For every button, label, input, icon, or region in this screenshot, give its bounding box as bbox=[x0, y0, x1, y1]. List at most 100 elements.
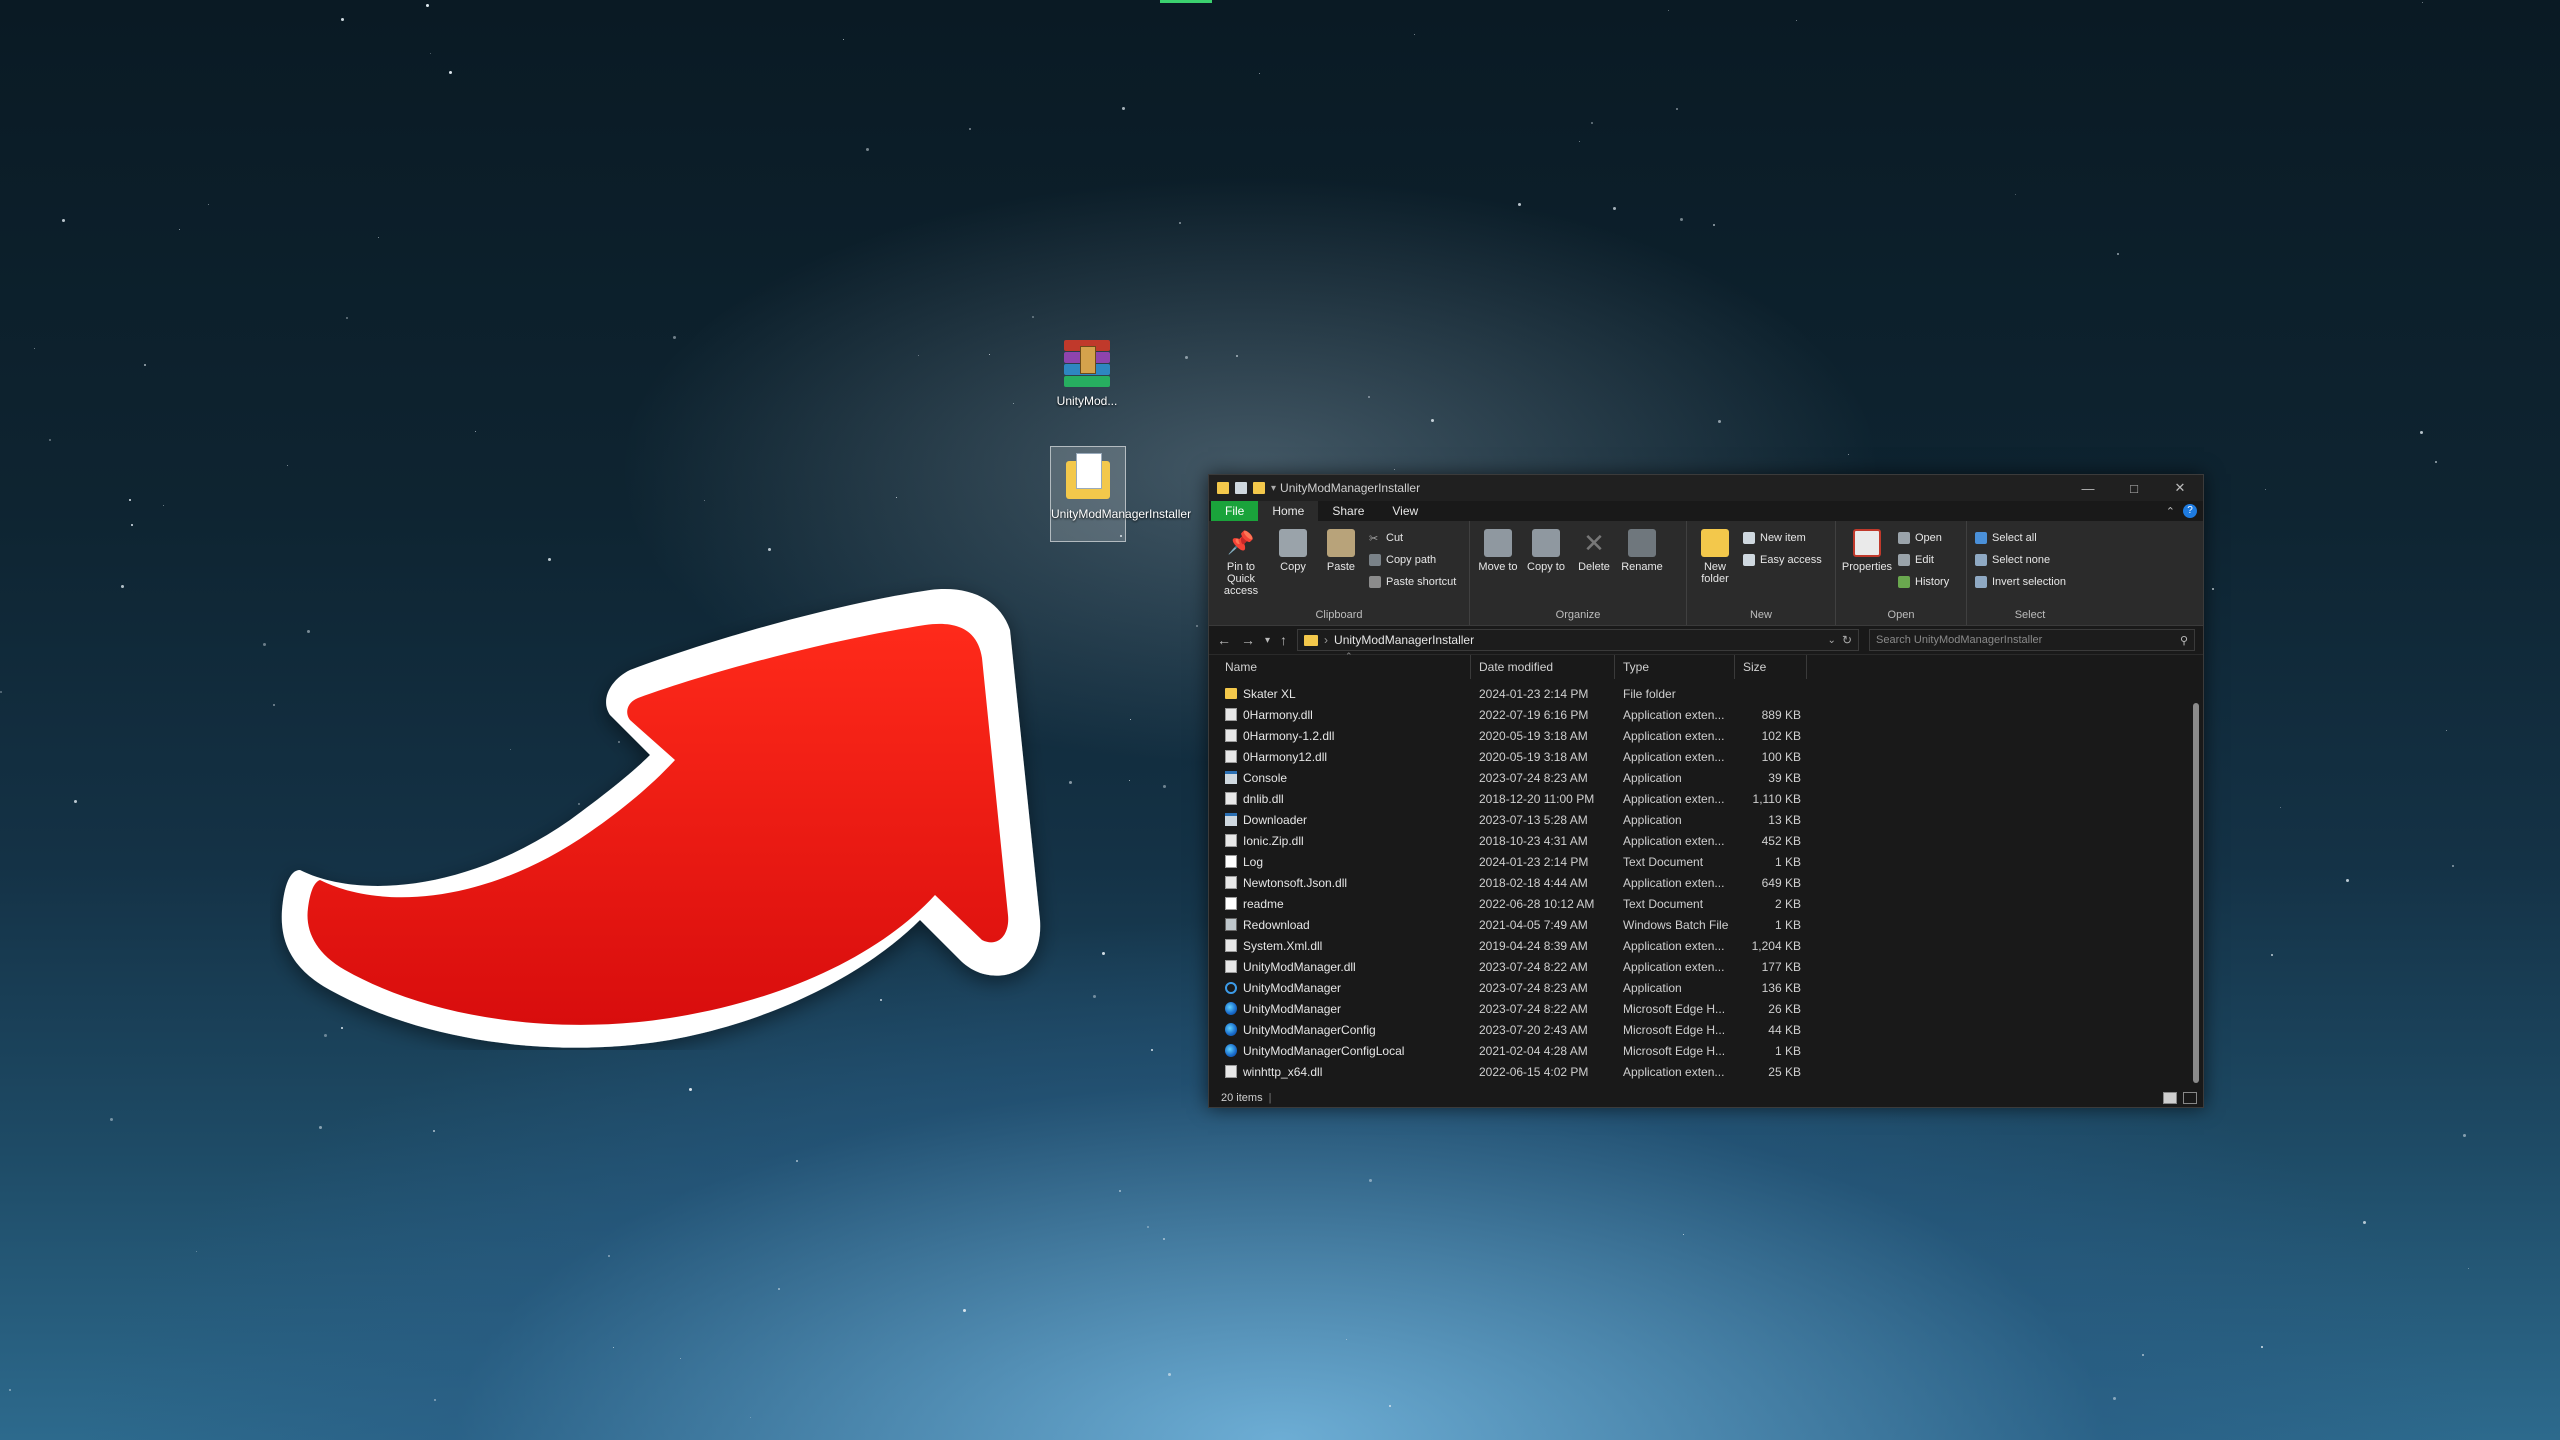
column-type[interactable]: Type bbox=[1615, 655, 1735, 679]
copy-path-button[interactable]: Copy path bbox=[1369, 551, 1456, 569]
cut-button[interactable]: ✂ Cut bbox=[1369, 529, 1456, 547]
star bbox=[796, 1160, 798, 1162]
star bbox=[2468, 1268, 2469, 1269]
file-date: 2021-04-05 7:49 AM bbox=[1479, 917, 1588, 932]
large-icons-view-icon[interactable] bbox=[2183, 1092, 2197, 1104]
column-size[interactable]: Size bbox=[1735, 655, 1807, 679]
path-input[interactable]: › UnityModManagerInstaller ⌄ ↻ bbox=[1297, 629, 1859, 651]
file-name: UnityModManager bbox=[1243, 1001, 1342, 1016]
scrollbar-thumb[interactable] bbox=[2193, 703, 2199, 1083]
select-all-icon bbox=[1975, 532, 1987, 544]
refresh-icon[interactable]: ↻ bbox=[1842, 633, 1852, 647]
new-folder-quick-icon[interactable] bbox=[1253, 482, 1265, 494]
file-row[interactable]: 0Harmony-1.2.dll 2020-05-19 3:18 AM Applic… bbox=[1209, 725, 2203, 746]
tab-view[interactable]: View bbox=[1378, 501, 1432, 521]
file-row[interactable]: winhttp_x64.dll 2022-06-15 4:02 PM Applica… bbox=[1209, 1061, 2203, 1082]
search-input[interactable]: Search UnityModManagerInstaller ⚲ bbox=[1869, 629, 2195, 651]
star bbox=[319, 1126, 322, 1129]
file-row[interactable]: Downloader 2023-07-13 5:28 AM Application 1… bbox=[1209, 809, 2203, 830]
star bbox=[1163, 785, 1166, 788]
star bbox=[1122, 107, 1125, 110]
star bbox=[2435, 461, 2437, 463]
collapse-ribbon-icon[interactable]: ⌃ bbox=[2166, 505, 2175, 518]
star bbox=[1147, 1226, 1149, 1228]
copy-to-icon bbox=[1532, 529, 1560, 557]
file-row[interactable]: UnityModManager.dll 2023-07-24 8:22 AM App… bbox=[1209, 956, 2203, 977]
star bbox=[1168, 1373, 1171, 1376]
file-row[interactable]: UnityModManager 2023-07-24 8:22 AM Microso… bbox=[1209, 998, 2203, 1019]
history-button[interactable]: History bbox=[1898, 573, 1949, 591]
file-type: Application exten... bbox=[1623, 938, 1725, 953]
open-button[interactable]: Open bbox=[1898, 529, 1949, 547]
properties-icon bbox=[1853, 529, 1881, 557]
desktop-icon-rar-archive[interactable]: UnityMod... bbox=[1048, 338, 1126, 408]
file-name: Redownload bbox=[1243, 917, 1310, 932]
star bbox=[2117, 253, 2119, 255]
column-name[interactable]: Name bbox=[1217, 655, 1471, 679]
star bbox=[2422, 2, 2423, 3]
path-dropdown-icon[interactable]: ⌄ bbox=[1828, 635, 1836, 646]
file-size: 1,110 KB bbox=[1752, 791, 1801, 806]
file-row[interactable]: Newtonsoft.Json.dll 2018-02-18 4:44 AM App… bbox=[1209, 872, 2203, 893]
star bbox=[2142, 1354, 2144, 1356]
new-item-button[interactable]: New item bbox=[1743, 529, 1822, 547]
search-icon: ⚲ bbox=[2179, 634, 2188, 647]
tab-file[interactable]: File bbox=[1211, 501, 1259, 521]
paste-shortcut-button[interactable]: Paste shortcut bbox=[1369, 573, 1456, 591]
select-none-button[interactable]: Select none bbox=[1975, 551, 2066, 569]
vertical-scrollbar[interactable] bbox=[2191, 683, 2201, 1093]
properties-quick-icon[interactable] bbox=[1235, 482, 1247, 494]
tab-home[interactable]: Home bbox=[1258, 501, 1319, 521]
star bbox=[1119, 1190, 1121, 1192]
file-row[interactable]: UnityModManagerConfigLocal 2021-02-04 4:2… bbox=[1209, 1040, 2203, 1061]
star bbox=[1796, 20, 1797, 21]
dll-file-icon bbox=[1225, 729, 1237, 742]
file-row[interactable]: Skater XL 2024-01-23 2:14 PM File folder bbox=[1209, 683, 2203, 704]
edit-button[interactable]: Edit bbox=[1898, 551, 1949, 569]
up-arrow-icon[interactable]: ↑ bbox=[1280, 632, 1287, 648]
star bbox=[2280, 807, 2281, 808]
back-arrow-icon[interactable]: ← bbox=[1217, 632, 1231, 648]
file-type: Application exten... bbox=[1623, 1064, 1725, 1079]
easy-access-button[interactable]: Easy access bbox=[1743, 551, 1822, 569]
invert-selection-button[interactable]: Invert selection bbox=[1975, 573, 2066, 591]
close-button[interactable]: ✕ bbox=[2157, 475, 2203, 501]
star bbox=[1613, 207, 1616, 210]
maximize-button[interactable]: □ bbox=[2111, 475, 2157, 501]
star bbox=[680, 1358, 681, 1359]
minimize-button[interactable]: — bbox=[2065, 475, 2111, 501]
star bbox=[1236, 355, 1238, 357]
desktop-icon-installer-folder[interactable]: UnityModManagerInstaller bbox=[1050, 446, 1191, 542]
file-type: File folder bbox=[1623, 686, 1676, 701]
column-date-modified[interactable]: Date modified bbox=[1471, 655, 1615, 679]
file-name: Ionic.Zip.dll bbox=[1243, 833, 1304, 848]
file-row[interactable]: dnlib.dll 2018-12-20 11:00 PM Application … bbox=[1209, 788, 2203, 809]
help-icon[interactable]: ? bbox=[2183, 504, 2197, 518]
recent-locations-chevron-icon[interactable]: ▾ bbox=[1265, 635, 1270, 646]
file-name: UnityModManagerConfigLocal bbox=[1243, 1043, 1405, 1058]
file-row[interactable]: UnityModManager 2023-07-24 8:23 AM Applica… bbox=[1209, 977, 2203, 998]
file-date: 2021-02-04 4:28 AM bbox=[1479, 1043, 1588, 1058]
file-row[interactable]: Log 2024-01-23 2:14 PM Text Document 1 KB bbox=[1209, 851, 2203, 872]
file-row[interactable]: readme 2022-06-28 10:12 AM Text Document 2 … bbox=[1209, 893, 2203, 914]
star bbox=[673, 336, 676, 339]
breadcrumb[interactable]: UnityModManagerInstaller bbox=[1334, 633, 1474, 647]
star bbox=[121, 585, 124, 588]
file-row[interactable]: 0Harmony.dll 2022-07-19 6:16 PM Applicatio… bbox=[1209, 704, 2203, 725]
breadcrumb-separator-icon: › bbox=[1324, 633, 1329, 647]
tab-share[interactable]: Share bbox=[1318, 501, 1378, 521]
file-row[interactable]: Console 2023-07-24 8:23 AM Application 39 K… bbox=[1209, 767, 2203, 788]
file-row[interactable]: UnityModManagerConfig 2023-07-20 2:43 AM M… bbox=[1209, 1019, 2203, 1040]
file-row[interactable]: Ionic.Zip.dll 2018-10-23 4:31 AM Applicati… bbox=[1209, 830, 2203, 851]
details-view-icon[interactable] bbox=[2163, 1092, 2177, 1104]
select-all-button[interactable]: Select all bbox=[1975, 529, 2066, 547]
file-row[interactable]: System.Xml.dll 2019-04-24 8:39 AM Applicat… bbox=[1209, 935, 2203, 956]
star bbox=[2271, 954, 2273, 956]
delete-x-icon: ✕ bbox=[1583, 528, 1605, 558]
star bbox=[1346, 1339, 1347, 1340]
file-name: System.Xml.dll bbox=[1243, 938, 1323, 953]
forward-arrow-icon[interactable]: → bbox=[1241, 632, 1255, 648]
chevron-down-icon[interactable]: ▾ bbox=[1271, 483, 1276, 494]
file-row[interactable]: Redownload 2021-04-05 7:49 AM Windows Batc… bbox=[1209, 914, 2203, 935]
file-row[interactable]: 0Harmony12.dll 2020-05-19 3:18 AM Applicat… bbox=[1209, 746, 2203, 767]
